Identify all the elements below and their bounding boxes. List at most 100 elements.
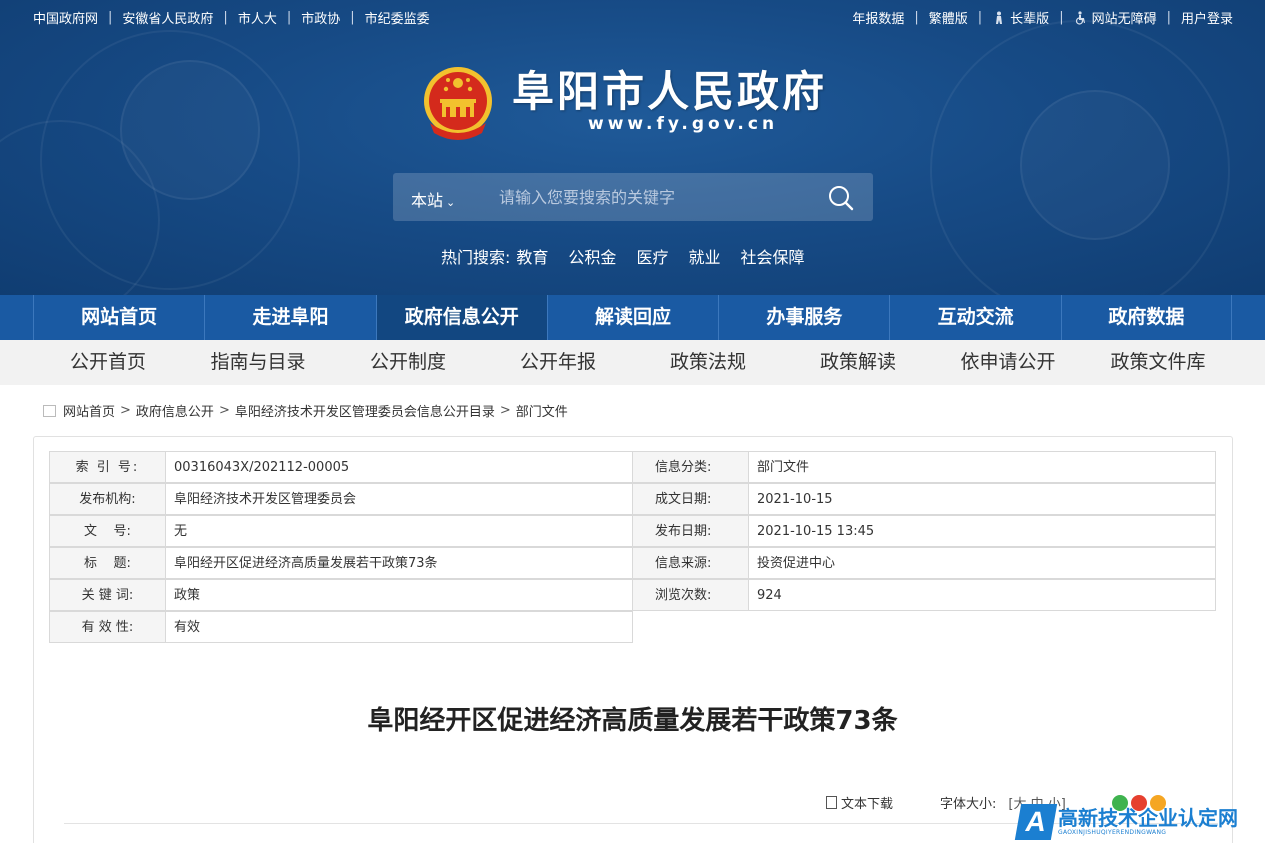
watermark-en: GAOXINJISHUQIYERENDINGWANG [1058, 829, 1167, 836]
watermark-text: 高新技术企业认定网 GAOXINJISHUQIYERENDINGWANG [1058, 807, 1238, 836]
meta-label: 标 题: [49, 547, 166, 579]
meta-label: 发布机构: [49, 483, 166, 515]
breadcrumb: 网站首页 > 政府信息公开 > 阜阳经济技术开发区管理委员会信息公开目录 > 部… [43, 401, 568, 420]
top-links-bar: 中国政府网 | 安徽省人民政府 | 市人大 | 市政协 | 市纪委监委 年报数据… [33, 8, 1233, 28]
meta-value: 政策 [165, 579, 633, 611]
link-discipline-committee[interactable]: 市纪委监委 [365, 8, 430, 27]
meta-row: 标 题: 阜阳经开区促进经济高质量发展若干政策73条 信息来源: 投资促进中心 [49, 547, 1217, 579]
divider: | [350, 10, 355, 25]
watermark-cn: 高新技术企业认定网 [1058, 806, 1238, 830]
link-city-cppcc[interactable]: 市政协 [301, 8, 340, 27]
link-accessibility[interactable]: 网站无障碍 [1092, 8, 1157, 27]
breadcrumb-current[interactable]: 部门文件 [516, 401, 568, 420]
meta-value: 2021-10-15 13:45 [748, 515, 1216, 547]
search-input[interactable] [499, 185, 799, 209]
meta-label: 文 号: [49, 515, 166, 547]
divider: | [108, 10, 113, 25]
site-domain: www.fy.gov.cn [588, 114, 779, 134]
meta-value: 阜阳经济技术开发区管理委员会 [165, 483, 633, 515]
sub-nav-policy-interpretation[interactable]: 政策解读 [783, 340, 933, 385]
chevron-down-icon: ⌄ [446, 196, 456, 209]
breadcrumb-separator: > [499, 403, 511, 418]
watermark-logo: A 高新技术企业认定网 GAOXINJISHUQIYERENDINGWANG [1014, 800, 1265, 843]
meta-row: 关 键 词: 政策 浏览次数: 924 [49, 579, 1217, 611]
hot-keyword[interactable]: 公积金 [568, 244, 616, 268]
meta-row: 有 效 性: 有效 [49, 611, 1217, 643]
main-nav-services[interactable]: 办事服务 [718, 295, 889, 340]
top-links-right: 年报数据 | 繁體版 | 长辈版 | 网站无障碍 | 用户登录 [852, 8, 1233, 27]
meta-label: 索 引 号: [49, 451, 166, 483]
meta-row: 文 号: 无 发布日期: 2021-10-15 13:45 [49, 515, 1217, 547]
elderly-icon [992, 11, 1006, 25]
breadcrumb-separator: > [120, 403, 131, 418]
breadcrumb-catalog[interactable]: 阜阳经济技术开发区管理委员会信息公开目录 [235, 401, 495, 420]
search-button[interactable] [827, 184, 855, 212]
main-nav-gov-data[interactable]: 政府数据 [1060, 295, 1233, 340]
divider: | [914, 10, 919, 25]
hot-search: 热门搜索: 教育 公积金 医疗 就业 社会保障 [441, 244, 812, 268]
link-annual-data[interactable]: 年报数据 [852, 8, 904, 27]
divider: | [1059, 10, 1064, 25]
link-anhui-gov[interactable]: 安徽省人民政府 [122, 8, 213, 27]
breadcrumb-home[interactable]: 网站首页 [63, 401, 115, 420]
link-city-congress[interactable]: 市人大 [238, 8, 277, 27]
search-scope-label: 本站 [411, 191, 444, 210]
site-header: 中国政府网 | 安徽省人民政府 | 市人大 | 市政协 | 市纪委监委 年报数据… [0, 0, 1265, 295]
meta-value: 有效 [165, 611, 633, 643]
meta-label: 信息分类: [632, 451, 749, 483]
breadcrumb-separator: > [218, 403, 230, 418]
hot-keyword[interactable]: 教育 [516, 244, 548, 268]
sub-nav-disclosure-home[interactable]: 公开首页 [33, 340, 183, 385]
main-nav: 网站首页 走进阜阳 政府信息公开 解读回应 办事服务 互动交流 政府数据 [0, 295, 1265, 340]
search-box: 本站 ⌄ [393, 173, 873, 221]
main-nav-home[interactable]: 网站首页 [33, 295, 204, 340]
link-elderly-version[interactable]: 长辈版 [1010, 8, 1049, 27]
meta-value: 部门文件 [748, 451, 1216, 483]
link-traditional-chinese[interactable]: 繁體版 [929, 8, 968, 27]
home-icon [43, 404, 56, 417]
meta-value: 00316043X/202112-00005 [165, 451, 633, 483]
sub-nav-request-disclosure[interactable]: 依申请公开 [933, 340, 1083, 385]
rose-decoration [1020, 90, 1170, 240]
meta-value: 阜阳经开区促进经济高质量发展若干政策73条 [165, 547, 633, 579]
hot-keyword[interactable]: 社会保障 [740, 244, 804, 268]
meta-label: 有 效 性: [49, 611, 166, 643]
sub-nav: 公开首页 指南与目录 公开制度 公开年报 政策法规 政策解读 依申请公开 政策文… [0, 340, 1265, 385]
national-emblem-icon [420, 63, 496, 143]
main-nav-interaction[interactable]: 互动交流 [889, 295, 1060, 340]
download-link[interactable]: 文本下载 [841, 793, 893, 812]
sub-nav-policy-library[interactable]: 政策文件库 [1083, 340, 1233, 385]
accessibility-icon [1074, 10, 1088, 25]
meta-row: 发布机构: 阜阳经济技术开发区管理委员会 成文日期: 2021-10-15 [49, 483, 1217, 515]
link-user-login[interactable]: 用户登录 [1181, 8, 1233, 27]
link-china-gov[interactable]: 中国政府网 [33, 8, 98, 27]
breadcrumb-gov-info[interactable]: 政府信息公开 [136, 401, 214, 420]
search-scope-dropdown[interactable]: 本站 ⌄ [411, 187, 455, 211]
meta-label: 关 键 词: [49, 579, 166, 611]
sub-nav-annual-report[interactable]: 公开年报 [483, 340, 633, 385]
meta-row: 索 引 号: 00316043X/202112-00005 信息分类: 部门文件 [49, 451, 1217, 483]
meta-value: 无 [165, 515, 633, 547]
site-title: 阜阳市人民政府 [512, 67, 828, 116]
meta-label: 浏览次数: [632, 579, 749, 611]
meta-value: 投资促进中心 [748, 547, 1216, 579]
divider: | [1166, 10, 1171, 25]
document-icon [826, 796, 837, 809]
document-title: 阜阳经开区促进经济高质量发展若干政策73条 [367, 706, 898, 736]
sub-nav-guide-catalog[interactable]: 指南与目录 [183, 340, 333, 385]
document-meta-table: 索 引 号: 00316043X/202112-00005 信息分类: 部门文件… [49, 451, 1217, 643]
watermark-logo-icon: A [1014, 803, 1058, 840]
sub-nav-policies-regulations[interactable]: 政策法规 [633, 340, 783, 385]
sub-nav-disclosure-system[interactable]: 公开制度 [333, 340, 483, 385]
divider: | [286, 10, 292, 25]
hot-keyword[interactable]: 就业 [688, 244, 720, 268]
meta-value: 924 [748, 579, 1216, 611]
hot-keyword[interactable]: 医疗 [636, 244, 668, 268]
meta-label: 成文日期: [632, 483, 749, 515]
hot-search-label: 热门搜索: [441, 248, 511, 267]
search-icon [829, 186, 854, 211]
main-nav-about-fuyang[interactable]: 走进阜阳 [204, 295, 375, 340]
main-nav-gov-info-disclosure[interactable]: 政府信息公开 [375, 295, 547, 340]
main-nav-interpretation[interactable]: 解读回应 [546, 295, 718, 340]
divider: | [223, 10, 228, 25]
